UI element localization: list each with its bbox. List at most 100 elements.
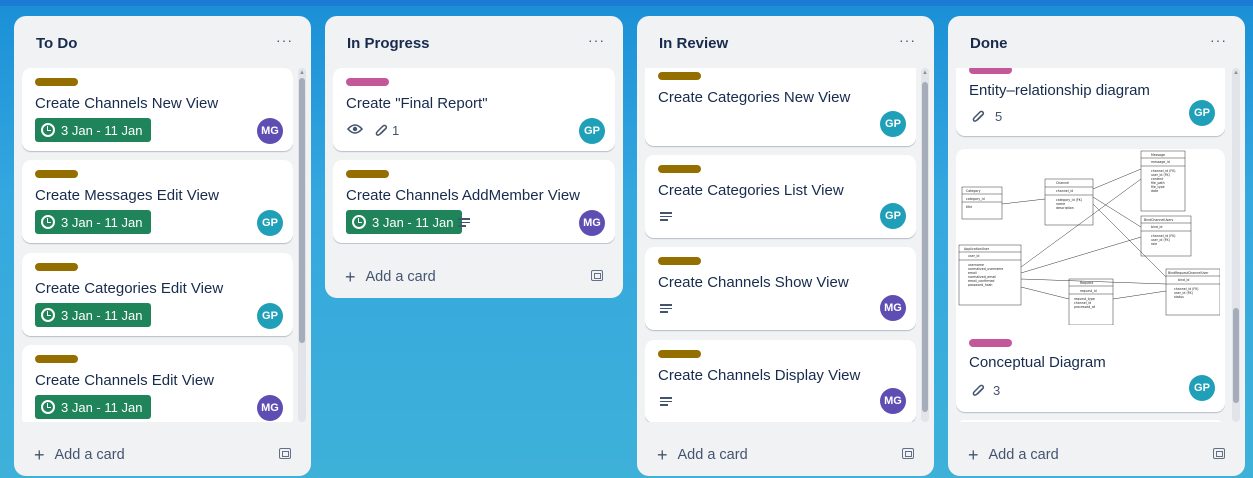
- list-title[interactable]: In Review: [659, 35, 728, 52]
- card-title: Create Categories List View: [658, 182, 844, 199]
- card-title: Create Channels New View: [35, 95, 219, 112]
- er-field-label: user_id: [968, 254, 979, 258]
- card-template-icon[interactable]: [279, 448, 291, 459]
- card-cover-image[interactable]: Category category_id title Channel chann…: [956, 149, 1220, 325]
- card[interactable]: Create Channels Show View MG: [645, 247, 916, 330]
- avatar[interactable]: GP: [257, 210, 283, 236]
- scroll-thumb[interactable]: [922, 82, 928, 412]
- card-label[interactable]: [35, 355, 78, 363]
- list-title[interactable]: To Do: [36, 35, 77, 52]
- card-title: Create Categories Edit View: [35, 280, 224, 297]
- description-icon: [458, 218, 470, 227]
- avatar[interactable]: MG: [257, 395, 283, 421]
- avatar[interactable]: MG: [880, 388, 906, 414]
- card-label[interactable]: [658, 72, 701, 80]
- card[interactable]: Create Categories List View GP: [645, 155, 916, 238]
- scroll-thumb[interactable]: [1233, 308, 1239, 403]
- card-label[interactable]: [346, 78, 389, 86]
- list-header[interactable]: Done ···: [948, 16, 1245, 68]
- scroll-up-arrow[interactable]: ▲: [922, 70, 928, 76]
- card[interactable]: Create Messages Edit View 3 Jan - 11 Jan…: [22, 160, 293, 243]
- card-label[interactable]: [658, 257, 701, 265]
- avatar[interactable]: MG: [880, 295, 906, 321]
- add-card-label: Add a card: [677, 447, 748, 463]
- avatar[interactable]: MG: [579, 210, 605, 236]
- avatar[interactable]: GP: [579, 118, 605, 144]
- more-icon[interactable]: ···: [1210, 32, 1227, 48]
- paperclip-icon: [375, 124, 388, 136]
- paperclip-icon: [972, 110, 985, 122]
- due-date-badge[interactable]: 3 Jan - 11 Jan: [35, 303, 152, 327]
- add-card-button[interactable]: + Add a card: [657, 446, 748, 464]
- add-card-button[interactable]: + Add a card: [34, 446, 125, 464]
- card-title: Create Channels Edit View: [35, 372, 214, 389]
- add-card-button[interactable]: + Add a card: [968, 446, 1059, 464]
- more-icon[interactable]: ···: [276, 32, 293, 48]
- card-label[interactable]: [658, 165, 701, 173]
- more-icon[interactable]: ···: [588, 32, 605, 48]
- card-label[interactable]: [35, 170, 78, 178]
- avatar[interactable]: GP: [1189, 375, 1215, 401]
- card[interactable]: Create Categories New View GP: [645, 68, 916, 146]
- list-header[interactable]: To Do ···: [14, 16, 311, 68]
- scroll-up-arrow[interactable]: ▲: [299, 70, 305, 76]
- card[interactable]: Category category_id title Channel chann…: [956, 149, 1225, 412]
- scroll-thumb[interactable]: [299, 78, 305, 343]
- list-title[interactable]: In Progress: [347, 35, 430, 52]
- description-icon: [660, 212, 672, 221]
- card-title: Conceptual Diagram: [969, 354, 1106, 371]
- due-date-badge[interactable]: 3 Jan - 11 Jan: [346, 210, 463, 234]
- avatar[interactable]: GP: [880, 111, 906, 137]
- card-template-icon[interactable]: [902, 448, 914, 459]
- card-template-icon[interactable]: [1213, 448, 1225, 459]
- card[interactable]: Create Channels New View 3 Jan - 11 Jan …: [22, 68, 293, 151]
- due-date-badge[interactable]: 3 Jan - 11 Jan: [35, 395, 152, 419]
- er-field-label: username normalized_username email normaliz…: [968, 263, 1003, 287]
- clock-icon: [352, 215, 366, 229]
- scrollbar[interactable]: ▲: [1232, 68, 1240, 422]
- more-icon[interactable]: ···: [899, 32, 916, 48]
- card-label[interactable]: [969, 339, 1012, 347]
- card-label[interactable]: [35, 78, 78, 86]
- er-field-label: request_type channel_id processed_at: [1074, 297, 1096, 309]
- plus-icon: +: [345, 267, 356, 287]
- card-template-icon[interactable]: [591, 270, 603, 281]
- scroll-up-arrow[interactable]: ▲: [1233, 70, 1239, 76]
- scrollbar[interactable]: ▲: [921, 68, 929, 422]
- card[interactable]: Create Channels Edit View 3 Jan - 11 Jan…: [22, 345, 293, 422]
- avatar[interactable]: GP: [880, 203, 906, 229]
- er-field-label: request_id: [1080, 289, 1097, 293]
- clock-icon: [41, 400, 55, 414]
- list-header[interactable]: In Review ···: [637, 16, 934, 68]
- card[interactable]: Create "Final Report" 1 GP: [333, 68, 615, 151]
- card[interactable]: Create Channels Display View MG: [645, 340, 916, 422]
- add-card-button[interactable]: + Add a card: [345, 268, 436, 286]
- board-header-strip: [0, 0, 1253, 6]
- card-list: Entity–relationship diagram 5 GP Categor…: [956, 68, 1225, 422]
- clock-icon: [41, 123, 55, 137]
- list-title[interactable]: Done: [970, 35, 1008, 52]
- card[interactable]: [956, 420, 1225, 422]
- card[interactable]: Create Categories Edit View 3 Jan - 11 J…: [22, 253, 293, 336]
- card-label[interactable]: [35, 263, 78, 271]
- avatar[interactable]: MG: [257, 118, 283, 144]
- list-header[interactable]: In Progress ···: [325, 16, 623, 68]
- card-label[interactable]: [346, 170, 389, 178]
- avatar[interactable]: GP: [257, 303, 283, 329]
- card-label[interactable]: [969, 68, 1012, 74]
- card-title: Create "Final Report": [346, 95, 488, 112]
- avatar[interactable]: GP: [1189, 100, 1215, 126]
- card[interactable]: Entity–relationship diagram 5 GP: [956, 68, 1225, 136]
- er-field-label: channel_id: [1056, 189, 1073, 193]
- card-title: Create Channels AddMember View: [346, 187, 581, 204]
- card[interactable]: Create Channels AddMember View 3 Jan - 1…: [333, 160, 615, 243]
- due-date-badge[interactable]: 3 Jan - 11 Jan: [35, 210, 152, 234]
- description-icon: [660, 304, 672, 313]
- card-label[interactable]: [658, 350, 701, 358]
- card-title: Create Messages Edit View: [35, 187, 219, 204]
- scrollbar[interactable]: ▲: [298, 68, 306, 422]
- er-field-label: title: [966, 205, 972, 209]
- card-list: Create Channels New View 3 Jan - 11 Jan …: [22, 68, 293, 422]
- card-title: Entity–relationship diagram: [969, 82, 1150, 99]
- due-date-badge[interactable]: 3 Jan - 11 Jan: [35, 118, 152, 142]
